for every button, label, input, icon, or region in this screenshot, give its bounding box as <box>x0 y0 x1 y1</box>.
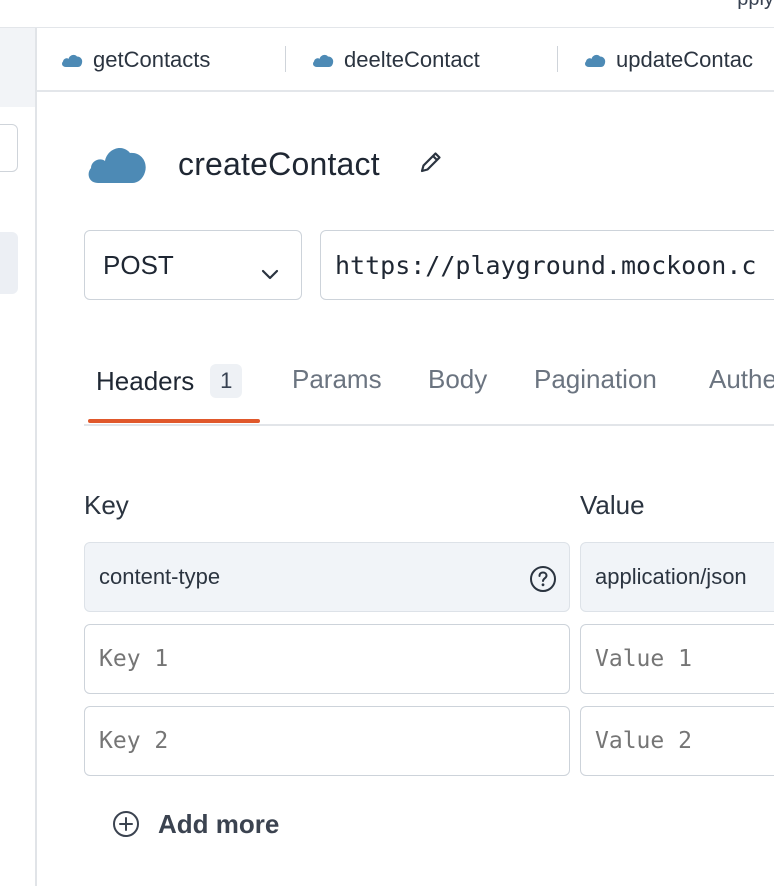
tab-label: getContacts <box>93 47 211 72</box>
tab-label: Pagination <box>534 364 657 394</box>
tab-label: Headers <box>96 365 195 396</box>
sidebar-active-section[interactable] <box>0 28 35 107</box>
tab-label: updateContac <box>616 47 753 72</box>
tab-params[interactable]: Params <box>292 364 382 395</box>
url-input[interactable]: https://playground.mockoon.c <box>320 230 774 300</box>
header-value-input-1[interactable] <box>580 624 774 694</box>
tab-label: Body <box>428 364 488 394</box>
method-value: POST <box>103 249 174 280</box>
question-circle-icon[interactable] <box>529 565 557 599</box>
value-column-label: Value <box>580 490 645 520</box>
tabs-divider <box>84 424 774 426</box>
header-value-field[interactable]: application/json <box>580 542 774 612</box>
tab-divider <box>285 46 286 72</box>
tab-headers[interactable]: Headers 1 <box>96 364 243 398</box>
count-badge: 1 <box>210 364 243 398</box>
header-key-input-2[interactable] <box>84 706 570 776</box>
add-more-button[interactable]: Add more <box>112 806 279 842</box>
tab-divider <box>557 46 558 72</box>
tab-get-contacts[interactable]: getContacts <box>61 46 210 74</box>
request-header: createContact <box>86 138 444 190</box>
active-tab-indicator <box>88 419 260 423</box>
cloud-icon <box>584 47 606 73</box>
chevron-down-icon <box>261 257 279 288</box>
header-key-field[interactable]: content-type <box>84 542 570 612</box>
request-tab-bar: getContacts deelteContact updateContac <box>37 28 774 92</box>
tab-label: Params <box>292 364 382 394</box>
key-column-label: Key <box>84 490 129 520</box>
add-more-label: Add more <box>158 808 280 839</box>
cloud-icon <box>61 47 83 73</box>
tab-update-contact[interactable]: updateContac <box>584 46 753 74</box>
tab-authentication[interactable]: Authe <box>709 364 774 395</box>
top-bar: pply <box>0 0 774 29</box>
sidebar-search-input[interactable] <box>0 124 18 172</box>
edit-title-button[interactable] <box>418 149 444 180</box>
top-bar-clipped-text[interactable]: pply <box>737 0 774 11</box>
tab-label: Authe <box>709 364 774 394</box>
tab-pagination[interactable]: Pagination <box>534 364 657 395</box>
header-key-value: content-type <box>99 564 221 589</box>
page-title: createContact <box>178 145 380 182</box>
left-sidebar <box>0 28 37 886</box>
tab-body[interactable]: Body <box>428 364 487 395</box>
pencil-icon <box>418 149 444 180</box>
method-select[interactable]: POST <box>84 230 302 300</box>
request-sub-tabs: Headers 1 Params Body Pagination Authe <box>84 340 774 426</box>
header-key-input-1[interactable] <box>84 624 570 694</box>
tab-delete-contact[interactable]: deelteContact <box>312 46 480 74</box>
header-value-input-2[interactable] <box>580 706 774 776</box>
cloud-icon <box>312 47 334 73</box>
cloud-icon <box>86 141 148 188</box>
header-value-text: application/json <box>595 564 747 589</box>
sidebar-selected-item[interactable] <box>0 232 18 294</box>
tab-label: deelteContact <box>344 47 480 72</box>
plus-circle-icon <box>112 810 140 838</box>
